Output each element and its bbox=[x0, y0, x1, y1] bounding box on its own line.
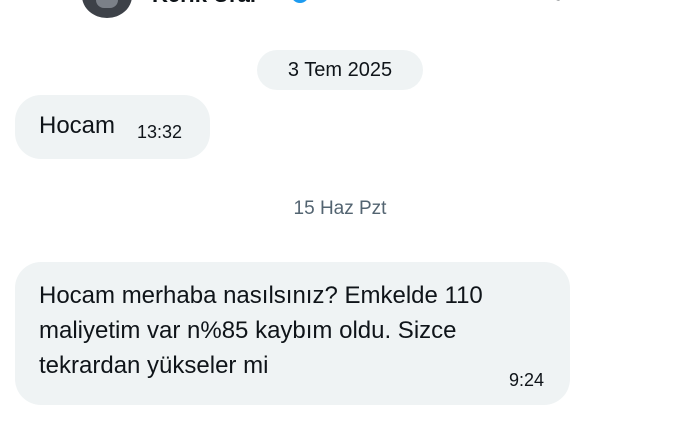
message-text: Hocam merhaba nasılsınız? Emkelde 110 ma… bbox=[39, 282, 483, 379]
verified-badge-icon bbox=[293, 0, 307, 3]
message-timestamp: 13:32 bbox=[137, 122, 183, 142]
date-separator: 15 Haz Pzt bbox=[293, 198, 387, 219]
contact-name[interactable]: Kerik Ural bbox=[152, 0, 256, 8]
date-pill: 3 Tem 2025 bbox=[257, 50, 423, 90]
video-call-icon[interactable] bbox=[612, 0, 640, 2]
message-text: Hocam bbox=[39, 112, 116, 139]
message-timestamp: 9:24 bbox=[508, 370, 544, 390]
message-bubble[interactable]: Hocam merhaba nasılsınız? Emkelde 110 ma… bbox=[15, 262, 570, 405]
conversation-header: Kerik Ural bbox=[0, 0, 680, 20]
call-icon[interactable] bbox=[540, 0, 564, 2]
message-bubble[interactable]: Hocam 13:32 bbox=[15, 95, 210, 159]
avatar[interactable] bbox=[82, 0, 132, 18]
